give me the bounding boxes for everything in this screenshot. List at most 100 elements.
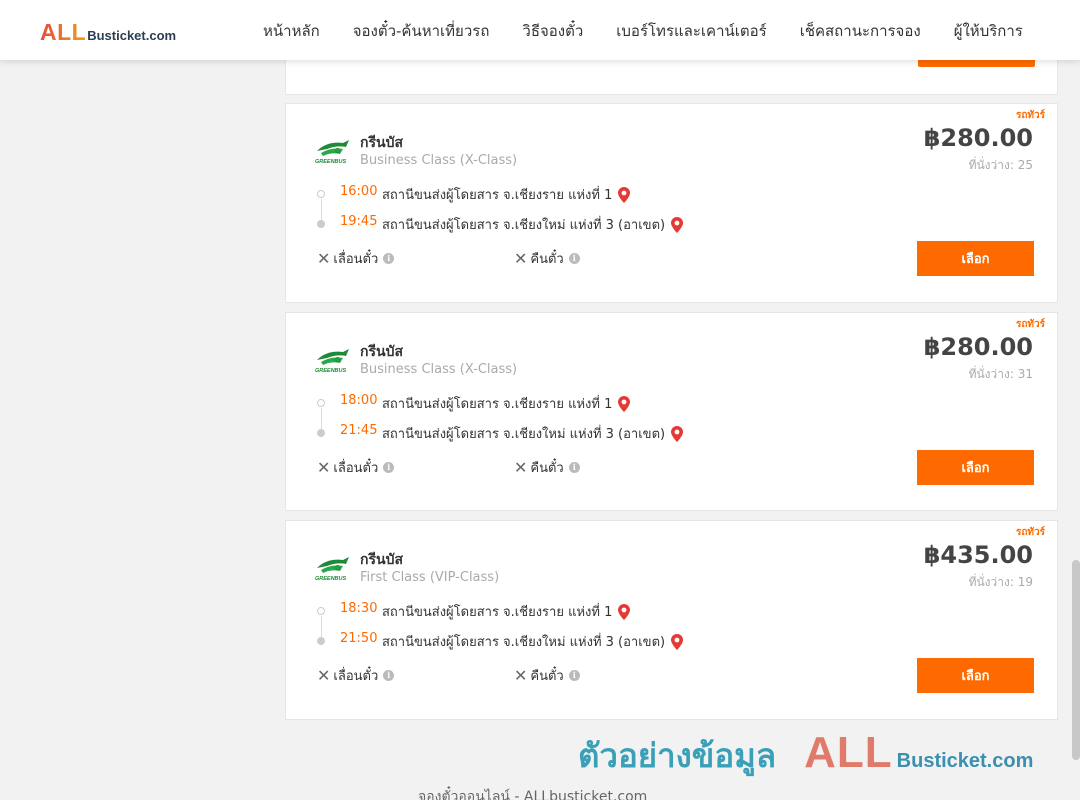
map-pin-icon[interactable]: [618, 186, 631, 203]
operator-name: กรีนบัส: [360, 344, 403, 360]
greenbus-logo-icon: G GREENBUS: [315, 557, 349, 582]
site-header: ALL Busticket.com หน้าหลัก จองตั๋ว-ค้นหา…: [0, 0, 1080, 60]
reschedule-policy: ✕ เลื่อนตั๋ว i: [317, 248, 395, 269]
bus-type-tag: รถทัวร์: [1015, 527, 1045, 538]
site-logo[interactable]: ALL Busticket.com: [40, 19, 176, 46]
not-allowed-icon: ✕: [317, 457, 331, 477]
reschedule-policy: ✕ เลื่อนตั๋ว i: [317, 665, 395, 686]
operator-name: กรีนบัส: [360, 552, 403, 568]
map-pin-icon[interactable]: [671, 425, 684, 442]
map-pin-icon[interactable]: [618, 603, 631, 620]
refund-policy: ✕ คืนตั๋ว i: [514, 457, 580, 478]
reschedule-policy: ✕ เลื่อนตั๋ว i: [317, 457, 395, 478]
arrival-time: 19:45: [340, 214, 378, 229]
departure-station-label: สถานีขนส่งผู้โดยสาร จ.เชียงราย แห่งที่ 1: [382, 397, 613, 412]
refund-policy: ✕ คืนตั๋ว i: [514, 248, 580, 269]
arrival-station-label: สถานีขนส่งผู้โดยสาร จ.เชียงใหม่ แห่งที่ …: [382, 427, 666, 442]
select-trip-button[interactable]: เลือก: [917, 450, 1034, 485]
svg-text:G: G: [335, 565, 341, 572]
svg-text:GREENBUS: GREENBUS: [315, 159, 347, 165]
info-icon[interactable]: i: [383, 670, 395, 681]
arrival-station-label: สถานีขนส่งผู้โดยสาร จ.เชียงใหม่ แห่งที่ …: [382, 635, 666, 650]
arrival-station[interactable]: สถานีขนส่งผู้โดยสาร จ.เชียงใหม่ แห่งที่ …: [382, 631, 684, 652]
map-pin-icon[interactable]: [618, 395, 631, 412]
nav-item-operators[interactable]: ผู้ให้บริการ: [954, 19, 1023, 43]
not-allowed-icon: ✕: [514, 665, 528, 685]
nav-item-contact[interactable]: เบอร์โทรและเคาน์เตอร์: [616, 19, 766, 43]
map-pin-icon[interactable]: [671, 633, 684, 650]
trip-card: รถทัวร์ G GREENBUS กรีนบัส Business Clas…: [285, 103, 1058, 303]
footer-text: จองตั๋วออนไลน์ - ALLbusticket.com: [418, 789, 648, 800]
arrival-dot-icon: [317, 637, 325, 645]
bus-class: Business Class (X-Class): [360, 362, 518, 377]
operator-name: กรีนบัส: [360, 135, 403, 151]
arrival-station[interactable]: สถานีขนส่งผู้โดยสาร จ.เชียงใหม่ แห่งที่ …: [382, 214, 684, 235]
nav-item-howto[interactable]: วิธีจองตั๋ว: [522, 19, 583, 43]
ticket-price: ฿280.00: [923, 124, 1033, 152]
not-allowed-icon: ✕: [317, 665, 331, 685]
reschedule-label: เลื่อนตั๋ว: [333, 461, 379, 476]
info-icon[interactable]: i: [568, 670, 580, 681]
info-icon[interactable]: i: [568, 253, 580, 264]
refund-policy: ✕ คืนตั๋ว i: [514, 665, 580, 686]
watermark-all-text: ALL: [804, 728, 893, 777]
seats-available: ที่นั่งว่าง: 19: [968, 575, 1033, 589]
refund-label: คืนตั๋ว: [530, 669, 564, 684]
arrival-station-label: สถานีขนส่งผู้โดยสาร จ.เชียงใหม่ แห่งที่ …: [382, 218, 666, 233]
nav-item-search[interactable]: จองตั๋ว-ค้นหาเที่ยวรถ: [353, 19, 490, 43]
departure-dot-icon: [317, 607, 325, 615]
info-icon[interactable]: i: [383, 462, 395, 473]
departure-station[interactable]: สถานีขนส่งผู้โดยสาร จ.เชียงราย แห่งที่ 1: [382, 184, 631, 205]
bus-type-tag: รถทัวร์: [1015, 319, 1045, 330]
departure-station-label: สถานีขนส่งผู้โดยสาร จ.เชียงราย แห่งที่ 1: [382, 188, 613, 203]
bus-type-tag: รถทัวร์: [1015, 110, 1045, 121]
svg-text:G: G: [335, 148, 341, 155]
nav-item-home[interactable]: หน้าหลัก: [263, 19, 320, 43]
refund-label: คืนตั๋ว: [530, 252, 564, 267]
svg-text:GREENBUS: GREENBUS: [315, 368, 347, 374]
scrollbar-thumb[interactable]: [1072, 560, 1080, 760]
info-icon[interactable]: i: [568, 462, 580, 473]
departure-station[interactable]: สถานีขนส่งผู้โดยสาร จ.เชียงราย แห่งที่ 1: [382, 393, 631, 414]
arrival-station[interactable]: สถานีขนส่งผู้โดยสาร จ.เชียงใหม่ แห่งที่ …: [382, 423, 684, 444]
nav-item-status[interactable]: เช็คสถานะการจอง: [800, 19, 921, 43]
info-icon[interactable]: i: [383, 253, 395, 264]
not-allowed-icon: ✕: [514, 248, 528, 268]
departure-time: 18:00: [340, 393, 378, 408]
arrival-time: 21:50: [340, 631, 378, 646]
trip-card: รถทัวร์ G GREENBUS กรีนบัส Business Clas…: [285, 312, 1058, 511]
reschedule-label: เลื่อนตั๋ว: [333, 669, 379, 684]
ticket-price: ฿435.00: [923, 541, 1033, 569]
departure-time: 16:00: [340, 184, 378, 199]
svg-text:GREENBUS: GREENBUS: [315, 576, 347, 582]
select-trip-button[interactable]: เลือก: [917, 658, 1034, 693]
logo-all-text: ALL: [40, 19, 87, 45]
svg-text:G: G: [335, 357, 341, 364]
departure-dot-icon: [317, 190, 325, 198]
not-allowed-icon: ✕: [514, 457, 528, 477]
arrival-dot-icon: [317, 429, 325, 437]
departure-time: 18:30: [340, 601, 378, 616]
departure-station[interactable]: สถานีขนส่งผู้โดยสาร จ.เชียงราย แห่งที่ 1: [382, 601, 631, 622]
arrival-time: 21:45: [340, 423, 378, 438]
departure-station-label: สถานีขนส่งผู้โดยสาร จ.เชียงราย แห่งที่ 1: [382, 605, 613, 620]
map-pin-icon[interactable]: [671, 216, 684, 233]
trip-card: รถทัวร์ G GREENBUS กรีนบัส First Class (…: [285, 520, 1058, 720]
not-allowed-icon: ✕: [317, 248, 331, 268]
select-button-partial[interactable]: [918, 59, 1035, 67]
watermark-rest-text: Busticket.com: [896, 750, 1034, 772]
timeline-line: [321, 616, 322, 638]
sample-watermark: ตัวอย่างข้อมูล ALL Busticket.com: [578, 728, 1033, 782]
select-trip-button[interactable]: เลือก: [917, 241, 1034, 276]
seats-available: ที่นั่งว่าง: 31: [968, 367, 1033, 381]
ticket-price: ฿280.00: [923, 333, 1033, 361]
main-nav: หน้าหลัก จองตั๋ว-ค้นหาเที่ยวรถ วิธีจองตั…: [263, 19, 1056, 43]
bus-class: First Class (VIP-Class): [360, 570, 500, 585]
bus-class: Business Class (X-Class): [360, 153, 518, 168]
refund-label: คืนตั๋ว: [530, 461, 564, 476]
watermark-thai-text: ตัวอย่างข้อมูล: [578, 736, 777, 775]
seats-available: ที่นั่งว่าง: 25: [968, 158, 1033, 172]
arrival-dot-icon: [317, 220, 325, 228]
greenbus-logo-icon: G GREENBUS: [315, 349, 349, 374]
reschedule-label: เลื่อนตั๋ว: [333, 252, 379, 267]
